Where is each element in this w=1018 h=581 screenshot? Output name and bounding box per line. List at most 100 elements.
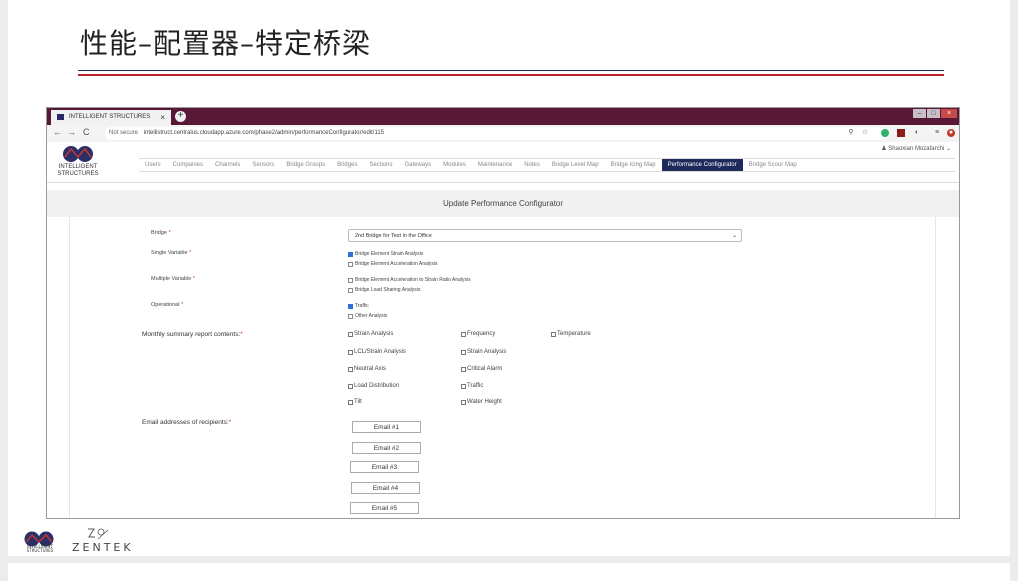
checkbox[interactable] — [461, 399, 466, 405]
new-tab-button[interactable]: + — [175, 111, 186, 122]
divider — [69, 217, 70, 518]
next-slide-strip — [8, 563, 1010, 581]
security-label: Not secure — [109, 130, 139, 136]
tab-close-icon[interactable]: × — [160, 110, 165, 125]
email-field-3[interactable]: Email #3 — [350, 461, 419, 473]
monthly-option[interactable]: Temperature — [551, 331, 591, 337]
menu-item-sensors[interactable]: Sensors — [246, 159, 280, 171]
checkbox[interactable] — [551, 331, 556, 337]
favicon-icon — [57, 114, 64, 120]
email-field-4[interactable]: Email #4 — [351, 482, 420, 494]
monthly-option[interactable]: Traffic — [461, 383, 483, 389]
checkbox[interactable] — [348, 277, 353, 283]
monthly-option[interactable]: LCL/Strain Analysis — [348, 349, 406, 355]
menu-item-bridge-level-map[interactable]: Bridge Level Map — [546, 159, 605, 171]
monthly-option[interactable]: Tilt — [348, 399, 362, 405]
monthly-option[interactable]: Strain Analysis — [348, 331, 393, 337]
zentek-text: ZENTEK — [72, 541, 134, 554]
browser-tab-bar: INTELLIGENT STRUCTURES × + – □ × — [47, 108, 959, 125]
extension-circle-icon[interactable]: ◐ — [913, 129, 921, 137]
menu-item-bridges[interactable]: Bridges — [331, 159, 363, 171]
single-option-0[interactable]: Bridge Element Strain Analysis — [348, 251, 423, 257]
email-field-5[interactable]: Email #5 — [350, 502, 419, 514]
multiple-option-1[interactable]: Bridge Load Sharing Analysis — [348, 287, 420, 293]
operational-label: Operational * — [151, 302, 184, 308]
forward-icon[interactable]: → — [67, 127, 76, 137]
monthly-option[interactable]: Water Height — [461, 399, 502, 405]
browser-tab[interactable]: INTELLIGENT STRUCTURES × — [51, 110, 171, 125]
user-menu[interactable]: ♟ Shaoxian Mozafarchi ⌄ — [881, 145, 951, 152]
checkbox[interactable] — [461, 331, 466, 337]
menu-item-maintenance[interactable]: Maintenance — [472, 159, 518, 171]
intelligent-structures-logo-icon — [63, 146, 93, 162]
multiple-variable-label: Multiple Variable * — [151, 276, 195, 282]
checkbox[interactable] — [348, 366, 353, 372]
menu-item-notes[interactable]: Notes — [518, 159, 546, 171]
checkbox[interactable] — [348, 303, 353, 309]
reload-icon[interactable]: C — [83, 127, 90, 137]
operational-option-0[interactable]: Traffic — [348, 303, 369, 309]
menu-item-users[interactable]: Users — [139, 159, 167, 171]
brand-logo-text: INTELLIGENT STRUCTURES — [26, 544, 54, 553]
monthly-option[interactable]: Neutral Axis — [348, 366, 386, 372]
tab-title: INTELLIGENT STRUCTURES — [69, 114, 151, 120]
back-icon[interactable]: ← — [53, 127, 62, 137]
email-field-2[interactable]: Email #2 — [352, 442, 421, 454]
divider — [935, 217, 936, 518]
main-menu: Users Companies Channels Sensors Bridge Grou… — [139, 158, 955, 172]
menu-item-companies[interactable]: Companies — [167, 159, 209, 171]
operational-option-1[interactable]: Other Analysis — [348, 313, 387, 319]
panel-title: Update Performance Configurator — [47, 190, 959, 217]
profile-avatar[interactable]: ● — [947, 129, 955, 137]
menu-icon[interactable]: ≡ — [933, 129, 941, 137]
window-close-icon[interactable]: × — [941, 109, 957, 118]
checkbox[interactable] — [348, 399, 353, 405]
url-text: intellistruct.centralus.cloudapp.azure.c… — [143, 130, 385, 136]
bookmark-star-icon[interactable]: ☆ — [861, 129, 869, 137]
user-icon: ♟ — [881, 146, 887, 152]
extension-green-icon[interactable] — [881, 129, 889, 137]
menu-item-bridge-scour-map[interactable]: Bridge Scour Map — [743, 159, 803, 171]
bridge-select[interactable]: 2nd Bridge for Test in the Office ⌄ — [348, 229, 742, 242]
minimize-icon[interactable]: – — [913, 109, 926, 118]
checkbox[interactable] — [348, 313, 353, 319]
checkbox[interactable] — [461, 366, 466, 372]
checkbox[interactable] — [348, 287, 353, 293]
multiple-option-0[interactable]: Bridge Element Acceleration to Strain Ra… — [348, 277, 471, 283]
monthly-option[interactable]: Frequency — [461, 331, 495, 337]
single-variable-label: Single Variable * — [151, 250, 192, 256]
menu-item-bridge-icing-map[interactable]: Bridge Icing Map — [605, 159, 662, 171]
configurator-form: Bridge * 2nd Bridge for Test in the Offi… — [47, 217, 959, 518]
title-rule-red — [78, 74, 944, 76]
monthly-option[interactable]: Critical Alarm — [461, 366, 502, 372]
checkbox[interactable] — [461, 349, 466, 355]
menu-item-channels[interactable]: Channels — [209, 159, 246, 171]
menu-item-bridge-groups[interactable]: Bridge Groups — [280, 159, 331, 171]
address-bar: ← → C Not secure intellistruct.centralus… — [47, 125, 959, 143]
menu-item-modules[interactable]: Modules — [437, 159, 472, 171]
checkbox[interactable] — [348, 383, 353, 389]
email-recipients-label: Email addresses of recipients:* — [142, 419, 232, 426]
extension-pdf-icon[interactable] — [897, 129, 905, 137]
window-controls: – □ × — [913, 109, 957, 118]
monthly-option[interactable]: Strain Analysis — [461, 349, 506, 355]
url-input[interactable]: Not secure intellistruct.centralus.cloud… — [105, 127, 885, 140]
logo-text: INTELLIGENT STRUCTURES — [57, 164, 99, 177]
checkbox[interactable] — [348, 261, 353, 267]
menu-item-performance-configurator[interactable]: Performance Configurator — [661, 159, 743, 171]
zoom-icon[interactable]: ⚲ — [847, 129, 855, 137]
bridge-label: Bridge * — [151, 230, 171, 236]
single-option-1[interactable]: Bridge Element Acceleration Analysis — [348, 261, 438, 267]
slide-title: 性能–配置器–特定桥梁 — [80, 27, 372, 60]
checkbox[interactable] — [348, 349, 353, 355]
email-field-1[interactable]: Email #1 — [352, 421, 421, 433]
checkbox[interactable] — [348, 331, 353, 337]
checkbox[interactable] — [461, 383, 466, 389]
menu-item-gateways[interactable]: Gateways — [398, 159, 437, 171]
checkbox[interactable] — [348, 251, 353, 257]
user-name: Shaoxian Mozafarchi — [888, 146, 945, 152]
maximize-icon[interactable]: □ — [927, 109, 940, 118]
chevron-down-icon: ⌄ — [945, 146, 951, 152]
menu-item-sections[interactable]: Sections — [363, 159, 398, 171]
monthly-option[interactable]: Load Distribution — [348, 383, 399, 389]
